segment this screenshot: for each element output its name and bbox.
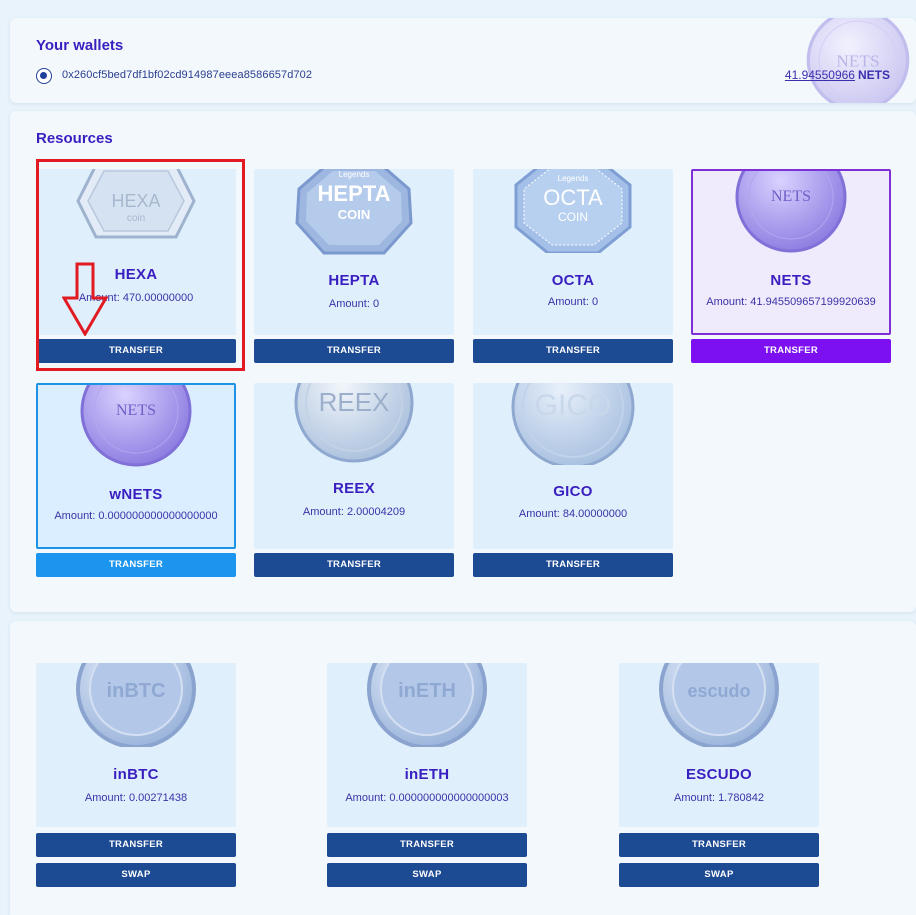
svg-text:NETS: NETS: [116, 402, 156, 419]
transfer-button-ineth[interactable]: TRANSFER: [327, 833, 527, 857]
nets-coin-icon: NETS: [806, 18, 910, 103]
card-name: inBTC: [113, 766, 159, 783]
down-arrow-icon: [62, 262, 108, 336]
svg-text:coin: coin: [127, 213, 145, 224]
card-amount: Amount: 0: [547, 296, 599, 308]
transfer-button-hexa[interactable]: TRANSFER: [36, 339, 236, 363]
token-card-inbtc: inBTC inBTC Amount: 0.00271438: [36, 663, 236, 827]
wnets-coin-icon: NETS: [80, 385, 192, 467]
inbtc-coin-icon: inBTC: [76, 663, 196, 747]
transfer-button-octa[interactable]: TRANSFER: [473, 339, 673, 363]
resources-title: Resources: [36, 130, 113, 147]
card-amount: Amount: 0.000000000000000003: [345, 792, 509, 804]
card-name: NETS: [770, 272, 812, 289]
card-name: inETH: [404, 766, 450, 783]
swap-button-inbtc[interactable]: SWAP: [36, 863, 236, 887]
card-amount: Amount: 0: [328, 298, 380, 310]
card-name: wNETS: [109, 486, 163, 503]
card-amount: Amount: 84.00000000: [518, 508, 628, 520]
card-amount: Amount: 2.00004209: [302, 506, 406, 518]
token-card-escudo: escudo ESCUDO Amount: 1.780842: [619, 663, 819, 827]
svg-text:HEXA: HEXA: [111, 191, 160, 211]
swap-button-escudo[interactable]: SWAP: [619, 863, 819, 887]
svg-text:NETS: NETS: [771, 188, 811, 205]
resource-card-hepta: Legends HEPTA COIN HEPTA Amount: 0: [254, 169, 454, 335]
svg-text:escudo: escudo: [687, 681, 750, 701]
wallet-title: Your wallets: [36, 37, 124, 54]
svg-text:HEPTA: HEPTA: [318, 181, 391, 206]
card-name: GICO: [553, 483, 593, 500]
transfer-button-nets[interactable]: TRANSFER: [691, 339, 891, 363]
token-card-ineth: inETH inETH Amount: 0.000000000000000003: [327, 663, 527, 827]
card-name: HEPTA: [328, 272, 380, 289]
card-amount: Amount: 1.780842: [674, 792, 764, 804]
wallet-balance-amount[interactable]: 41.94550966: [785, 68, 855, 82]
wallet-panel: Your wallets 0x260cf5bed7df1bf02cd914987…: [10, 18, 916, 103]
card-amount: Amount: 0.00271438: [84, 792, 188, 804]
svg-text:COIN: COIN: [558, 210, 588, 224]
octa-coin-icon: Legends OCTA COIN: [514, 169, 632, 253]
transfer-button-escudo[interactable]: TRANSFER: [619, 833, 819, 857]
transfer-button-wnets[interactable]: TRANSFER: [36, 553, 236, 577]
gico-coin-icon: GICO: [511, 383, 635, 465]
resource-card-gico: GICO GICO Amount: 84.00000000: [473, 383, 673, 549]
nets-coin-icon: NETS: [735, 171, 847, 253]
swap-button-ineth[interactable]: SWAP: [327, 863, 527, 887]
escudo-coin-icon: escudo: [659, 663, 779, 747]
resource-card-reex: REEX REEX Amount: 2.00004209: [254, 383, 454, 549]
svg-text:inETH: inETH: [398, 680, 456, 702]
card-amount: Amount: 41.945509657199920639: [706, 296, 876, 308]
svg-text:GICO: GICO: [535, 389, 612, 422]
card-name: OCTA: [551, 272, 595, 289]
wallet-balance[interactable]: 41.94550966 NETS: [785, 68, 890, 82]
svg-text:Legends: Legends: [339, 170, 370, 179]
resource-card-octa: Legends OCTA COIN OCTA Amount: 0: [473, 169, 673, 335]
svg-text:REEX: REEX: [319, 387, 390, 417]
transfer-button-hepta[interactable]: TRANSFER: [254, 339, 454, 363]
transfer-button-reex[interactable]: TRANSFER: [254, 553, 454, 577]
resource-card-nets: NETS NETS Amount: 41.945509657199920639: [691, 169, 891, 335]
card-amount: Amount: 0.000000000000000000: [54, 510, 218, 522]
transfer-button-gico[interactable]: TRANSFER: [473, 553, 673, 577]
hexa-coin-icon: HEXA coin: [76, 169, 196, 239]
wallet-balance-currency: NETS: [857, 68, 890, 82]
transfer-button-inbtc[interactable]: TRANSFER: [36, 833, 236, 857]
card-name: ESCUDO: [686, 766, 752, 783]
svg-text:COIN: COIN: [338, 207, 371, 222]
wallet-radio[interactable]: [36, 68, 52, 84]
svg-text:OCTA: OCTA: [543, 185, 603, 210]
wallet-address: 0x260cf5bed7df1bf02cd914987eeea8586657d7…: [62, 69, 313, 81]
ineth-coin-icon: inETH: [367, 663, 487, 747]
hepta-coin-icon: Legends HEPTA COIN: [295, 169, 413, 255]
svg-text:inBTC: inBTC: [107, 680, 166, 702]
reex-coin-icon: REEX: [294, 383, 414, 463]
resource-card-wnets: NETS wNETS Amount: 0.000000000000000000: [36, 383, 236, 549]
svg-text:Legends: Legends: [558, 174, 589, 183]
card-name: REEX: [332, 480, 376, 497]
